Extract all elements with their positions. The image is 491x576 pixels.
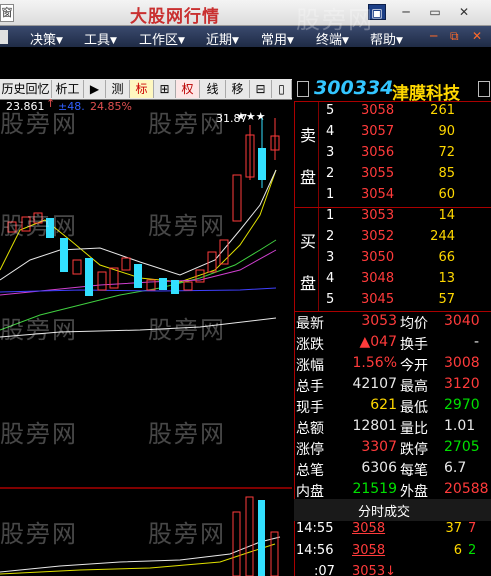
- volume-bar: [245, 496, 254, 576]
- window-title: 大股网行情: [130, 7, 220, 27]
- trades-tab[interactable]: 分时成交: [294, 499, 491, 521]
- volume-bar: [232, 511, 241, 576]
- quote-row: 总手 42107 最高 3120: [296, 376, 480, 395]
- menu-logo-icon: [0, 30, 8, 44]
- sell-row[interactable]: 4 3057 90: [294, 124, 491, 145]
- volume-chart[interactable]: [0, 492, 292, 576]
- trade-row: :07 3053↓: [314, 564, 396, 576]
- candle: [232, 174, 242, 222]
- grid-icon[interactable]: ⊞: [154, 80, 176, 98]
- minimize-button[interactable]: ─: [396, 4, 416, 20]
- candle: [109, 267, 119, 289]
- menu-common[interactable]: 常用▼: [261, 29, 294, 48]
- vol-ma-white: [0, 536, 281, 573]
- menu-decision[interactable]: 决策▼: [30, 29, 63, 48]
- volume-bar: [258, 500, 265, 576]
- menu-tools[interactable]: 工具▼: [84, 29, 117, 48]
- panel-toggle-icon[interactable]: ▯: [272, 80, 292, 98]
- quote-divider: [294, 311, 491, 312]
- menu-restore-icon[interactable]: ⧉: [450, 29, 459, 44]
- quote-row: 最新 3053 均价 3040: [296, 313, 480, 332]
- sell-book: 卖 盘 5 3058 261 4 3057 90 3 3056 72 2 3055 85 1 30…: [294, 102, 491, 207]
- trade-row: 14:55 3058 37 7: [296, 521, 477, 536]
- title-bar: 窗 大股网行情 ▣ ─ ▭ ✕: [0, 0, 491, 27]
- trade-row: 14:56 3058 6 2: [296, 543, 477, 558]
- candle: [183, 281, 193, 291]
- sell-row[interactable]: 1 3054 60: [294, 187, 491, 208]
- analysis-tool-button[interactable]: 析工: [52, 80, 84, 98]
- maximize-button[interactable]: ▭: [425, 4, 445, 20]
- candle: [85, 258, 93, 296]
- candle: [7, 221, 17, 233]
- candle: [171, 280, 179, 294]
- candle: [72, 259, 82, 275]
- trades-title: 分时成交: [358, 505, 411, 520]
- buy-row[interactable]: 2 3052 244: [294, 229, 491, 250]
- candle: [134, 264, 142, 288]
- kline-chart[interactable]: [0, 100, 292, 487]
- menu-minimize-icon[interactable]: ─: [430, 29, 437, 43]
- prev-stock-icon[interactable]: [297, 81, 309, 97]
- buy-book: 买 盘 1 3053 14 2 3052 244 3 3050 66 4 3048 13 5 30…: [294, 208, 491, 312]
- close-button[interactable]: ✕: [452, 4, 476, 20]
- buy-row[interactable]: 5 3045 57: [294, 292, 491, 313]
- ma-white-line: [0, 169, 277, 281]
- volume-separator: [0, 487, 292, 489]
- quote-row: 涨幅 1.56% 今开 3008: [296, 355, 480, 374]
- candle: [159, 278, 167, 290]
- layout-toggle-button[interactable]: ▣: [368, 4, 386, 20]
- sell-row[interactable]: 2 3055 85: [294, 166, 491, 187]
- rights-button[interactable]: 权: [176, 80, 200, 98]
- stock-name: 津膜科技: [392, 84, 460, 104]
- window-icon[interactable]: ⊟: [250, 80, 272, 98]
- buy-row[interactable]: 1 3053 14: [294, 208, 491, 229]
- candle: [60, 238, 68, 272]
- candles: [7, 118, 280, 296]
- quote-row: 内盘 21519 外盘 20588: [296, 481, 489, 500]
- menu-workspace[interactable]: 工作区▼: [139, 29, 185, 48]
- candle: [97, 271, 107, 291]
- sell-row[interactable]: 5 3058 261: [294, 103, 491, 124]
- stock-header: 300334 津膜科技: [294, 77, 491, 104]
- vol-ma-yellow: [0, 543, 276, 575]
- menu-close-icon[interactable]: ✕: [472, 29, 482, 43]
- play-icon[interactable]: ▶: [84, 80, 106, 98]
- measure-button[interactable]: 测: [106, 80, 130, 98]
- candle: [46, 218, 54, 238]
- quote-row: 总笔 6306 每笔 6.7: [296, 460, 467, 479]
- move-button[interactable]: 移: [226, 80, 250, 98]
- line-button[interactable]: 线: [200, 80, 226, 98]
- quote-row: 涨跌 ▲047 换手 -: [296, 334, 480, 353]
- next-stock-icon[interactable]: [478, 81, 490, 97]
- buy-row[interactable]: 4 3048 13: [294, 271, 491, 292]
- blank-strip: [0, 49, 491, 78]
- buy-row[interactable]: 3 3050 66: [294, 250, 491, 271]
- menu-terminal[interactable]: 终端▼: [316, 29, 349, 48]
- sell-row[interactable]: 3 3056 72: [294, 145, 491, 166]
- menu-recent[interactable]: 近期▼: [206, 29, 239, 48]
- menu-help[interactable]: 帮助▼: [370, 29, 403, 48]
- candle: [121, 257, 131, 271]
- mark-button[interactable]: 标: [130, 80, 154, 98]
- app-icon[interactable]: 窗: [0, 4, 14, 22]
- history-recall-button[interactable]: 历史回忆: [0, 80, 52, 98]
- chart-toolbar: 历史回忆 析工 ▶ 测 标 ⊞ 权 线 移 ⊟ ▯: [0, 79, 292, 100]
- quote-row: 总额 12801 量比 1.01: [296, 418, 476, 437]
- ma-white-lower-line: [0, 317, 277, 338]
- quote-row: 现手 621 最低 2970: [296, 397, 480, 416]
- menu-bar: 决策▼ 工具▼ 工作区▼ 近期▼ 常用▼ 终端▼ 帮助▼ ─ ⧉ ✕: [0, 26, 491, 48]
- quote-row: 涨停 3307 跌停 2705: [296, 439, 480, 458]
- stock-code: 300334: [314, 77, 394, 99]
